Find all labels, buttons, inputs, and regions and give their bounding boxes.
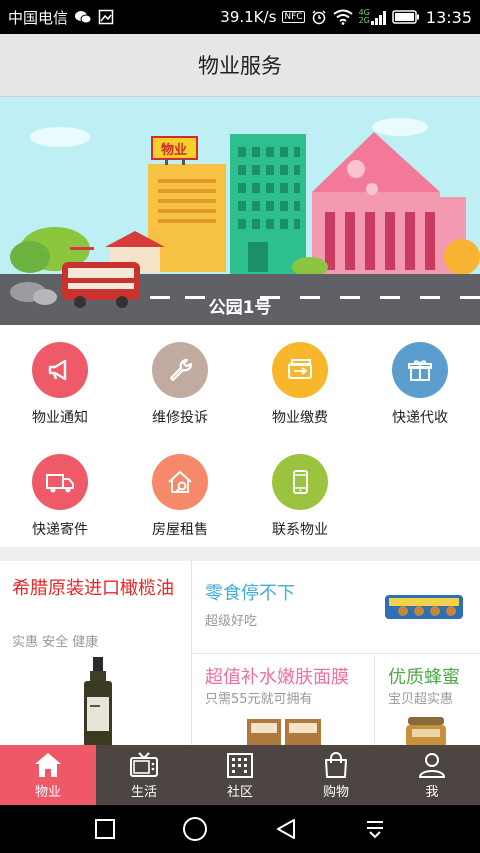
wifi-icon — [332, 9, 353, 25]
promo-face-mask[interactable]: 超值补水嫩肤面膜 只需55元就可拥有 — [193, 655, 375, 745]
service-label: 快递寄件 — [32, 522, 88, 538]
community-name: 公园1号 — [208, 298, 272, 318]
payment-icon — [272, 342, 328, 398]
tab-community[interactable]: 社区 — [192, 745, 288, 805]
status-bar: 中国电信 39.1K/s NFC 4G 2G 13:35 — [0, 0, 480, 34]
alarm-icon — [312, 10, 326, 25]
service-label: 物业通知 — [32, 410, 88, 426]
carrier-label: 中国电信 — [8, 8, 69, 27]
phone-icon — [272, 454, 328, 510]
nfc-icon: NFC — [282, 11, 305, 23]
page-header: 物业服务 — [0, 34, 480, 97]
megaphone-icon — [32, 342, 88, 398]
system-nav-bar — [0, 805, 480, 853]
tab-property[interactable]: 物业 — [0, 745, 96, 805]
promo-title: 超值补水嫩肤面膜 — [205, 667, 349, 688]
building-icon — [227, 752, 253, 778]
shopping-bag-icon — [325, 751, 347, 778]
promo-title: 零食停不下 — [205, 583, 295, 604]
network-type-2g: 2G — [358, 16, 370, 25]
tab-life[interactable]: 生活 — [96, 745, 192, 805]
promo-subtitle: 超级好吃 — [205, 614, 258, 629]
clock: 13:35 — [425, 7, 472, 27]
service-label: 维修投诉 — [152, 410, 208, 426]
tab-me[interactable]: 我 — [384, 745, 480, 805]
service-property-fee[interactable]: 物业缴费 — [240, 325, 360, 435]
tab-label: 社区 — [226, 784, 253, 800]
promo-olive-oil[interactable]: 希腊原装进口橄榄油 实惠 安全 健康 — [0, 561, 192, 745]
promo-snacks[interactable]: 零食停不下 超级好吃 — [193, 561, 480, 654]
home-button-icon[interactable] — [182, 816, 208, 842]
service-parcel-send[interactable]: 快递寄件 — [0, 437, 120, 547]
honey-jar-image — [406, 717, 446, 745]
service-contact-property[interactable]: 联系物业 — [240, 437, 360, 547]
network-speed: 39.1K/s — [220, 8, 277, 26]
tab-label: 我 — [425, 784, 439, 800]
service-label: 联系物业 — [272, 522, 328, 538]
back-icon[interactable] — [274, 817, 298, 841]
promo-subtitle: 只需55元就可拥有 — [205, 692, 313, 707]
promo-subtitle: 实惠 安全 健康 — [12, 635, 99, 650]
tab-label: 物业 — [34, 784, 61, 800]
community-banner[interactable]: 物业 公园1号 — [0, 97, 480, 325]
tab-shopping[interactable]: 购物 — [288, 745, 384, 805]
service-housing-rental[interactable]: 房屋租售 — [120, 437, 240, 547]
truck-icon — [32, 454, 88, 510]
gallery-icon — [98, 9, 114, 25]
snack-pack-image — [385, 595, 463, 619]
promo-honey[interactable]: 优质蜂蜜 宝贝超实惠 — [376, 655, 480, 745]
service-repair-complaint[interactable]: 维修投诉 — [120, 325, 240, 435]
service-label: 物业缴费 — [272, 410, 328, 426]
bottom-tab-bar: 物业 生活 社区 购物 我 — [0, 745, 480, 805]
signal-icon: 4G 2G — [359, 9, 386, 25]
service-property-notice[interactable]: 物业通知 — [0, 325, 120, 435]
page-title: 物业服务 — [198, 54, 282, 78]
services-grid: 物业通知 维修投诉 物业缴费 快递代收 快递寄件 房屋租售 联系物业 — [0, 325, 480, 547]
promo-subtitle: 宝贝超实惠 — [388, 692, 454, 707]
notification-pull-icon[interactable] — [363, 817, 387, 841]
wrench-icon — [152, 342, 208, 398]
tab-label: 生活 — [130, 784, 157, 800]
gift-icon — [392, 342, 448, 398]
house-icon — [152, 454, 208, 510]
service-label: 快递代收 — [392, 410, 448, 426]
wechat-icon — [75, 11, 92, 24]
section-divider — [0, 547, 480, 561]
banner-illustration: 物业 — [0, 118, 480, 325]
face-mask-image — [247, 719, 321, 745]
home-icon — [35, 752, 61, 777]
service-label: 房屋租售 — [152, 522, 208, 538]
service-parcel-receive[interactable]: 快递代收 — [360, 325, 480, 435]
tv-icon — [130, 751, 158, 777]
recent-apps-icon[interactable] — [93, 817, 117, 841]
promo-section: 希腊原装进口橄榄油 实惠 安全 健康 零食停不下 超级好吃 超值补水嫩肤面膜 只… — [0, 561, 480, 745]
tab-label: 购物 — [322, 784, 349, 800]
promo-title: 希腊原装进口橄榄油 — [12, 578, 174, 599]
banner-sign-text: 物业 — [161, 142, 187, 158]
olive-oil-bottle-image — [84, 657, 112, 745]
battery-icon — [392, 10, 419, 24]
user-icon — [418, 752, 446, 778]
promo-title: 优质蜂蜜 — [388, 667, 460, 688]
